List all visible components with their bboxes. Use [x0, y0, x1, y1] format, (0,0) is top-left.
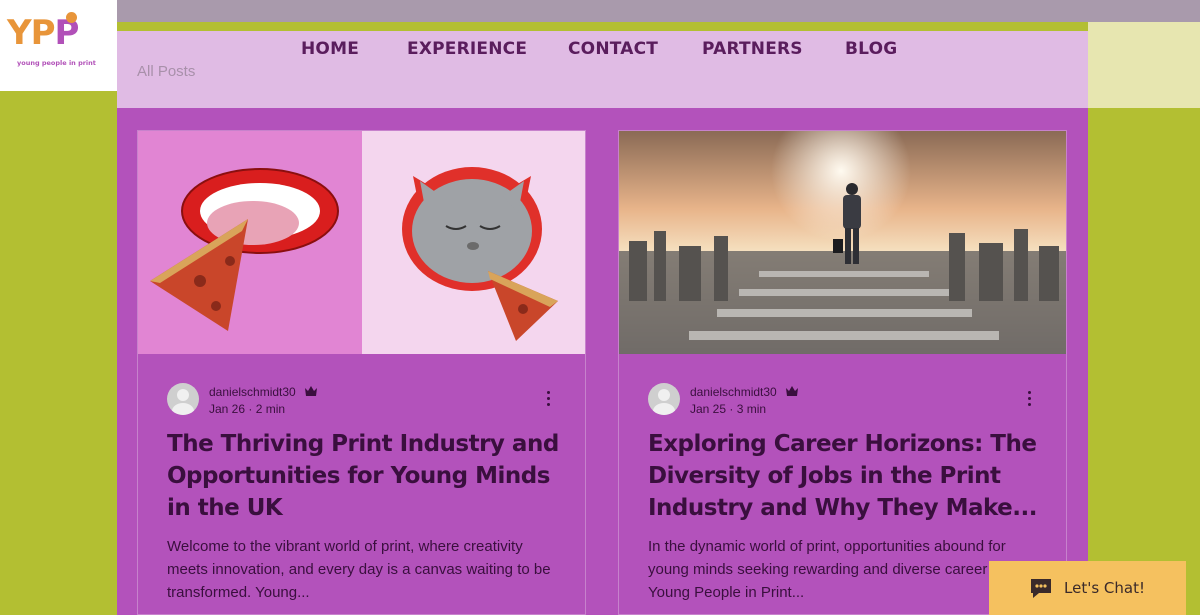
post-card-2[interactable]: danielschmidt30 Jan 25 · 3 min Exploring…	[618, 130, 1067, 615]
post-card-1[interactable]: danielschmidt30 Jan 26 · 2 min The Thriv…	[137, 130, 586, 615]
logo-tagline: young people in print	[17, 59, 96, 67]
main-nav: HOME EXPERIENCE CONTACT PARTNERS BLOG Al…	[117, 31, 1088, 108]
crown-icon	[305, 386, 317, 396]
post-excerpt: In the dynamic world of print, opportuni…	[648, 538, 1033, 601]
avatar-icon[interactable]	[167, 383, 199, 415]
nav-partners[interactable]: PARTNERS	[702, 39, 803, 59]
more-options-icon[interactable]	[1026, 391, 1032, 409]
post-date: Jan 25	[690, 402, 727, 416]
top-strip	[0, 0, 1200, 22]
crown-icon	[786, 386, 798, 396]
logo-dot	[66, 12, 77, 23]
post-title[interactable]: The Thriving Print Industry and Opportun…	[167, 428, 562, 524]
all-posts-link[interactable]: All Posts	[137, 63, 195, 80]
chat-label: Let's Chat!	[1064, 579, 1145, 597]
more-options-icon[interactable]	[545, 391, 551, 409]
post-cover-collage	[138, 131, 585, 354]
blog-feed: danielschmidt30 Jan 26 · 2 min The Thriv…	[117, 108, 1088, 615]
read-time: 2 min	[255, 402, 286, 416]
author-name[interactable]: danielschmidt30	[209, 385, 296, 399]
meta-separator: ·	[248, 402, 256, 416]
post-image-2[interactable]	[619, 131, 1066, 354]
nav-home[interactable]: HOME	[301, 39, 359, 59]
chat-button[interactable]: Let's Chat!	[989, 561, 1186, 615]
post-meta: Jan 26 · 2 min	[209, 402, 285, 416]
chat-icon	[1031, 579, 1051, 598]
post-cover-photo	[619, 131, 1066, 354]
post-title[interactable]: Exploring Career Horizons: The Diversity…	[648, 428, 1043, 524]
nav-experience[interactable]: EXPERIENCE	[407, 39, 527, 59]
post-excerpt: Welcome to the vibrant world of print, w…	[167, 538, 551, 601]
author-name[interactable]: danielschmidt30	[690, 385, 777, 399]
right-header-panel	[1088, 22, 1200, 108]
read-time: 3 min	[736, 402, 767, 416]
nav-blog[interactable]: BLOG	[845, 39, 897, 59]
logo[interactable]: YPP young people in print	[0, 0, 117, 91]
meta-separator: ·	[729, 402, 737, 416]
post-image-1[interactable]	[138, 131, 585, 354]
nav-contact[interactable]: CONTACT	[568, 39, 658, 59]
post-meta: Jan 25 · 3 min	[690, 402, 766, 416]
post-date: Jan 26	[209, 402, 246, 416]
avatar-icon[interactable]	[648, 383, 680, 415]
